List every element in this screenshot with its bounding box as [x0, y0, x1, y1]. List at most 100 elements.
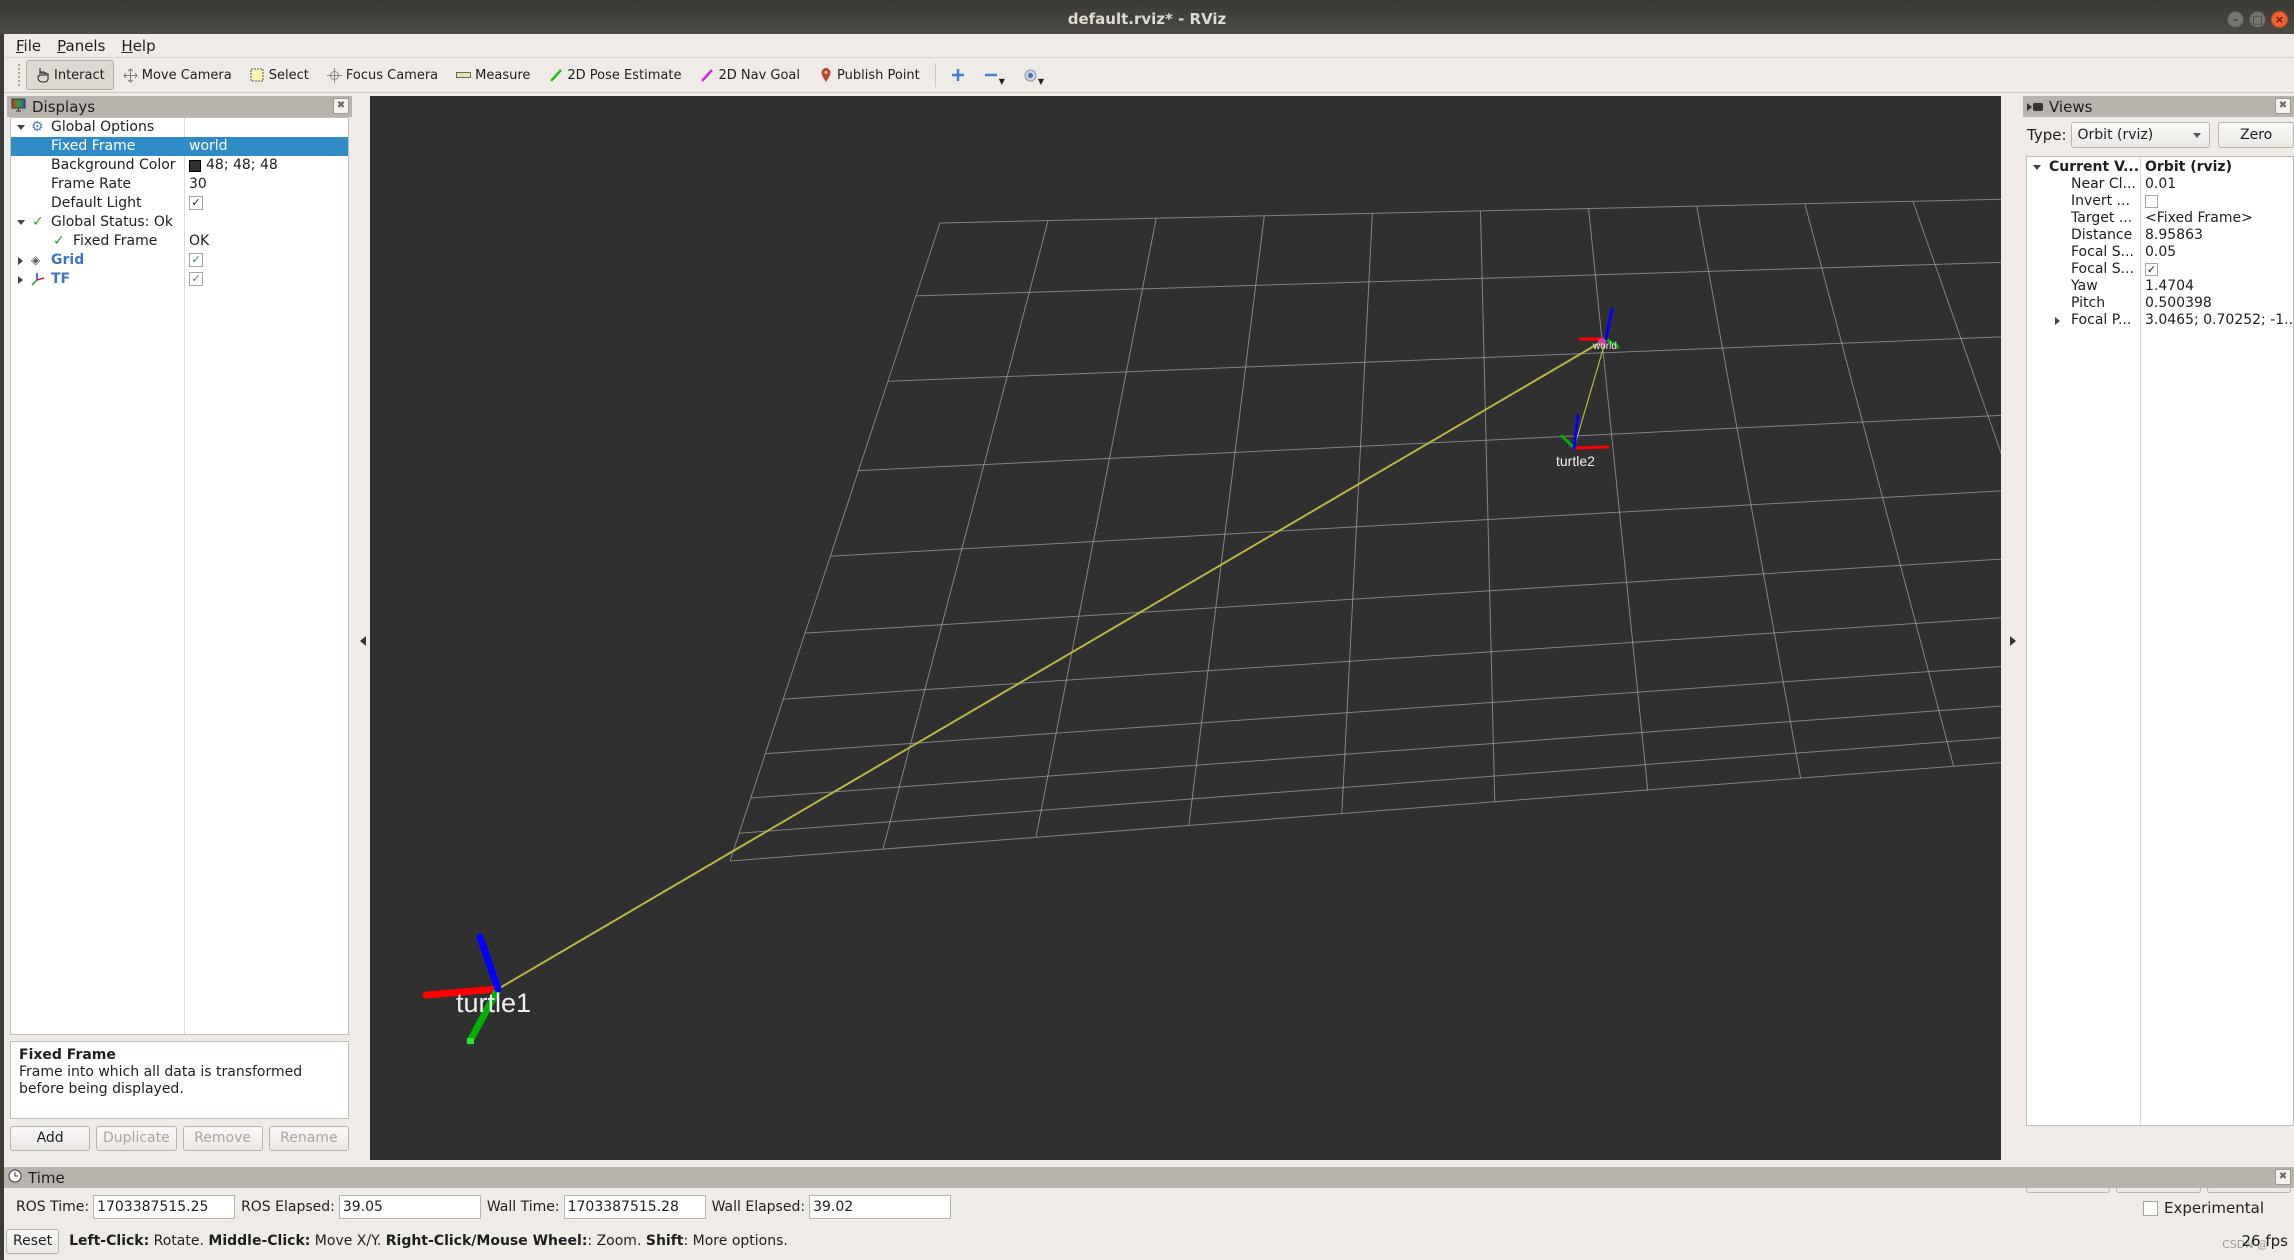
- tree-row-frame-rate[interactable]: Frame Rate 30: [11, 175, 348, 194]
- camera-type-icon: [1023, 68, 1038, 83]
- collapse-arrow-icon[interactable]: [18, 257, 23, 265]
- grid-icon: ◈: [31, 253, 41, 267]
- tree-row-global-options[interactable]: ⚙ Global Options: [11, 118, 348, 137]
- rename-display-button[interactable]: Rename: [268, 1126, 349, 1151]
- color-swatch[interactable]: [189, 160, 201, 172]
- add-tool-icon: [951, 68, 966, 83]
- grid-line: [1035, 218, 1157, 838]
- frame-label-turtle2: turtle2: [1556, 453, 1595, 469]
- tree-row-current-view[interactable]: Current V... Orbit (rviz): [2027, 159, 2293, 176]
- toolbar-grip[interactable]: [18, 64, 22, 86]
- wall-elapsed-field[interactable]: 39.02: [809, 1195, 952, 1219]
- add-display-button[interactable]: Add: [10, 1126, 91, 1151]
- displays-panel: Displays ✖ ⚙ Global Options Fixed Frame …: [7, 96, 352, 1166]
- time-panel: ROS Time: 1703387515.25 ROS Elapsed: 39.…: [4, 1192, 2294, 1222]
- collapse-arrow-icon[interactable]: [2055, 317, 2060, 325]
- views-panel-header: Views ✖: [2023, 96, 2294, 117]
- collapse-right-arrow-icon[interactable]: [2010, 636, 2016, 646]
- expand-arrow-icon[interactable]: [2033, 165, 2041, 170]
- duplicate-display-button[interactable]: Duplicate: [96, 1126, 177, 1151]
- tree-row-fixed-frame-status[interactable]: ✓ Fixed Frame OK: [11, 232, 348, 251]
- tree-row-tf[interactable]: TF ✓: [11, 270, 348, 289]
- zero-button[interactable]: Zero: [2218, 122, 2294, 148]
- turtle2-x-axis: [1572, 445, 1610, 450]
- tree-row-focal-point[interactable]: Focal P... 3.0465; 0.70252; -1....: [2027, 312, 2294, 329]
- tree-row-target-frame[interactable]: Target ... <Fixed Frame>: [2027, 210, 2293, 227]
- grid-line: [1696, 206, 1802, 779]
- tree-row-background-color[interactable]: Background Color 48; 48; 48: [11, 156, 348, 175]
- close-button[interactable]: ×: [2271, 11, 2288, 28]
- maximize-button[interactable]: □: [2249, 11, 2266, 28]
- views-title: Views: [2049, 97, 2093, 116]
- tree-row-near-clip[interactable]: Near Cl... 0.01: [2027, 176, 2293, 193]
- grid-line: [750, 705, 2001, 799]
- tree-row-invert-z[interactable]: Invert ...: [2027, 193, 2293, 210]
- experimental-toggle[interactable]: Experimental: [2142, 1199, 2264, 1217]
- tool-select[interactable]: Select: [241, 60, 318, 90]
- grid-line: [1480, 210, 1496, 802]
- tool-move-camera[interactable]: Move Camera: [114, 60, 241, 90]
- window-titlebar: default.rviz* - RViz – □ ×: [0, 0, 2294, 34]
- description-title: Fixed Frame: [19, 1047, 116, 1063]
- tool-interact[interactable]: Interact: [26, 60, 114, 90]
- grid-enabled-checkbox[interactable]: ✓: [189, 253, 203, 267]
- reset-button[interactable]: Reset: [6, 1228, 60, 1254]
- camera-type-button[interactable]: ▼: [1014, 60, 1053, 90]
- world-z-axis: [1604, 307, 1614, 341]
- turtle1-z-axis: [476, 933, 502, 993]
- grid-line: [916, 261, 2001, 297]
- move-camera-icon: [123, 67, 138, 83]
- menu-panels[interactable]: Panels: [57, 37, 105, 55]
- remove-tool-button[interactable]: ▼: [975, 60, 1014, 90]
- grid-line: [804, 558, 2001, 634]
- remove-display-button[interactable]: Remove: [182, 1126, 263, 1151]
- close-panel-button[interactable]: ✖: [2275, 1169, 2291, 1185]
- tree-row-pitch[interactable]: Pitch 0.500398: [2027, 295, 2293, 312]
- fixed-frame-value[interactable]: world: [189, 137, 228, 156]
- tool-measure[interactable]: Measure: [447, 60, 539, 90]
- tree-row-focal-shape-size[interactable]: Focal S... 0.05: [2027, 244, 2293, 261]
- render-viewport[interactable]: world turtle2 turtle1: [370, 96, 2001, 1160]
- tree-row-grid[interactable]: ◈ Grid ✓: [11, 251, 348, 270]
- invert-checkbox[interactable]: [2145, 195, 2158, 208]
- right-splitter[interactable]: [2006, 96, 2020, 1166]
- dropdown-caret-icon: ▼: [998, 76, 1005, 86]
- close-panel-button[interactable]: ✖: [2275, 98, 2291, 114]
- ros-time-field[interactable]: 1703387515.25: [93, 1195, 236, 1219]
- tree-row-distance[interactable]: Distance 8.95863: [2027, 227, 2293, 244]
- tool-2d-pose-estimate[interactable]: 2D Pose Estimate: [539, 60, 690, 90]
- minimize-button[interactable]: –: [2227, 11, 2244, 28]
- default-light-checkbox[interactable]: ✓: [189, 196, 203, 210]
- grid-line: [1341, 213, 1373, 814]
- wall-time-field[interactable]: 1703387515.28: [563, 1195, 706, 1219]
- collapse-left-arrow-icon[interactable]: [360, 636, 366, 646]
- menu-help[interactable]: Help: [121, 37, 155, 55]
- collapse-arrow-icon[interactable]: [18, 276, 23, 284]
- tool-2d-nav-goal[interactable]: 2D Nav Goal: [690, 60, 809, 90]
- expand-arrow-icon[interactable]: [17, 125, 25, 130]
- turtle2-z-axis: [1572, 414, 1580, 450]
- tree-row-default-light[interactable]: Default Light ✓: [11, 194, 348, 213]
- view-type-select[interactable]: Orbit (rviz): [2070, 122, 2211, 148]
- focal-shape-checkbox[interactable]: ✓: [2145, 263, 2158, 276]
- add-tool-button[interactable]: [942, 60, 975, 90]
- dropdown-caret-icon: ▼: [1037, 76, 1045, 86]
- displays-title: Displays: [32, 97, 96, 116]
- chevron-down-icon: [2193, 133, 2202, 138]
- tree-row-yaw[interactable]: Yaw 1.4704: [2027, 278, 2293, 295]
- check-ok-icon: ✓: [53, 233, 65, 249]
- tool-publish-point[interactable]: Publish Point: [809, 60, 929, 90]
- ros-elapsed-field[interactable]: 39.05: [338, 1195, 481, 1219]
- tree-row-global-status[interactable]: ✓ Global Status: Ok: [11, 213, 348, 232]
- clock-icon: [8, 1169, 22, 1187]
- menu-file[interactable]: File: [16, 37, 41, 55]
- expand-arrow-icon[interactable]: [17, 220, 25, 225]
- experimental-checkbox[interactable]: [2142, 1200, 2158, 1216]
- tool-focus-camera[interactable]: Focus Camera: [318, 60, 447, 90]
- toolbar-separator: [934, 63, 936, 87]
- close-panel-button[interactable]: ✖: [333, 98, 349, 114]
- tf-frames: [422, 307, 1620, 1045]
- tf-enabled-checkbox[interactable]: ✓: [189, 272, 203, 286]
- tree-row-fixed-frame[interactable]: Fixed Frame world: [11, 137, 348, 156]
- tree-row-focal-shape-fixed[interactable]: Focal S... ✓: [2027, 261, 2293, 278]
